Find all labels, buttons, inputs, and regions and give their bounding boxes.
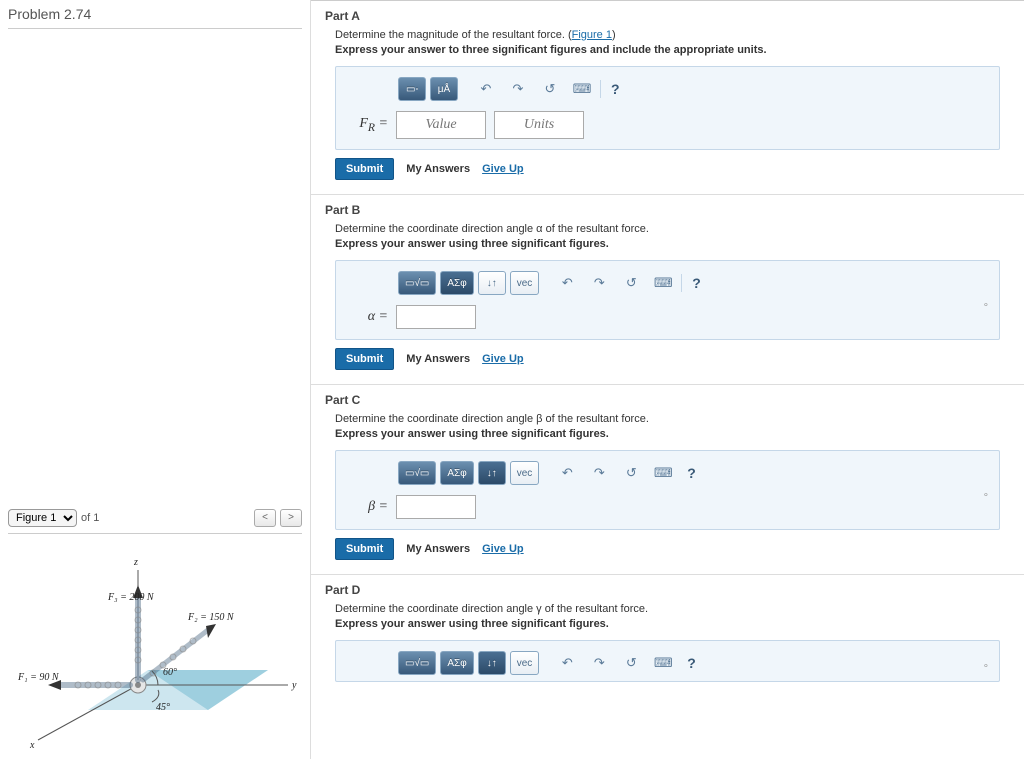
- svg-text:F₃ = 200 N: F₃ = 200 N: [107, 592, 155, 603]
- greek-button[interactable]: ΑΣφ: [440, 271, 473, 295]
- svg-text:y: y: [291, 680, 297, 691]
- redo-icon[interactable]: ↷: [585, 272, 613, 294]
- sqrt-template-icon[interactable]: ▭√▭: [398, 271, 436, 295]
- problem-title: Problem 2.74: [8, 6, 302, 29]
- figure-link[interactable]: Figure 1: [572, 29, 612, 41]
- arrows-button[interactable]: ↓↑: [478, 461, 506, 485]
- value-input[interactable]: [396, 495, 476, 519]
- part-c-prompt1: Determine the coordinate direction angle…: [335, 413, 1010, 425]
- sqrt-template-icon[interactable]: ▭√▭: [398, 461, 436, 485]
- part-b-lhs: α =: [358, 309, 388, 325]
- my-answers-button[interactable]: My Answers: [406, 163, 470, 175]
- submit-button[interactable]: Submit: [335, 538, 394, 560]
- degree-icon: ∘: [983, 300, 989, 311]
- part-a-answer-box: ▭▫ μÅ ↶ ↷ ↺ ⌨ ? FR =: [335, 66, 1000, 150]
- undo-icon[interactable]: ↶: [472, 78, 500, 100]
- part-d: Part D Determine the coordinate directio…: [311, 575, 1024, 704]
- figure-prev-button[interactable]: <: [254, 509, 276, 527]
- undo-icon[interactable]: ↶: [553, 652, 581, 674]
- figure-next-button[interactable]: >: [280, 509, 302, 527]
- part-b-prompt1: Determine the coordinate direction angle…: [335, 223, 1010, 235]
- part-a-lhs: FR =: [358, 116, 388, 134]
- figure-select[interactable]: Figure 1: [8, 509, 77, 527]
- part-a-prompt1: Determine the magnitude of the resultant…: [335, 29, 1010, 41]
- part-b-answer-box: ∘ ▭√▭ ΑΣφ ↓↑ vec ↶ ↷ ↺ ⌨ ? α =: [335, 260, 1000, 340]
- degree-icon: ∘: [983, 490, 989, 501]
- reset-icon[interactable]: ↺: [536, 78, 564, 100]
- greek-button[interactable]: ΑΣφ: [440, 461, 473, 485]
- vec-button[interactable]: vec: [510, 271, 540, 295]
- vec-button[interactable]: vec: [510, 461, 540, 485]
- part-b-prompt2: Express your answer using three signific…: [335, 238, 1010, 250]
- part-d-title: Part D: [325, 583, 1010, 597]
- figure-canvas: z x y F₃ = 200 N F₁ = 90 N F₂ = 150 N: [8, 533, 302, 753]
- keyboard-icon[interactable]: ⌨: [649, 272, 677, 294]
- reset-icon[interactable]: ↺: [617, 272, 645, 294]
- help-button[interactable]: ?: [686, 275, 707, 291]
- submit-button[interactable]: Submit: [335, 158, 394, 180]
- figure-of-label: of 1: [81, 512, 99, 524]
- help-button[interactable]: ?: [681, 465, 702, 481]
- keyboard-icon[interactable]: ⌨: [568, 78, 596, 100]
- give-up-button[interactable]: Give Up: [482, 543, 524, 555]
- sqrt-template-icon[interactable]: ▭√▭: [398, 651, 436, 675]
- reset-icon[interactable]: ↺: [617, 652, 645, 674]
- undo-icon[interactable]: ↶: [553, 272, 581, 294]
- svg-text:60°: 60°: [163, 667, 177, 678]
- redo-icon[interactable]: ↷: [504, 78, 532, 100]
- greek-button[interactable]: ΑΣφ: [440, 651, 473, 675]
- help-button[interactable]: ?: [605, 81, 626, 97]
- part-d-answer-box: ∘ ▭√▭ ΑΣφ ↓↑ vec ↶ ↷ ↺ ⌨ ?: [335, 640, 1000, 682]
- svg-text:z: z: [133, 557, 138, 568]
- template-icon[interactable]: ▭▫: [398, 77, 426, 101]
- help-button[interactable]: ?: [681, 655, 702, 671]
- redo-icon[interactable]: ↷: [585, 462, 613, 484]
- undo-icon[interactable]: ↶: [553, 462, 581, 484]
- give-up-button[interactable]: Give Up: [482, 353, 524, 365]
- part-a: Part A Determine the magnitude of the re…: [311, 1, 1024, 195]
- part-a-prompt2: Express your answer to three significant…: [335, 44, 1010, 56]
- redo-icon[interactable]: ↷: [585, 652, 613, 674]
- svg-text:F₁ = 90 N: F₁ = 90 N: [17, 672, 60, 683]
- part-b-title: Part B: [325, 203, 1010, 217]
- keyboard-icon[interactable]: ⌨: [649, 462, 677, 484]
- value-input[interactable]: [396, 111, 486, 139]
- keyboard-icon[interactable]: ⌨: [649, 652, 677, 674]
- degree-icon: ∘: [983, 661, 989, 672]
- part-b: Part B Determine the coordinate directio…: [311, 195, 1024, 385]
- give-up-button[interactable]: Give Up: [482, 163, 524, 175]
- part-d-prompt2: Express your answer using three signific…: [335, 618, 1010, 630]
- part-c: Part C Determine the coordinate directio…: [311, 385, 1024, 575]
- vec-button[interactable]: vec: [510, 651, 540, 675]
- part-c-title: Part C: [325, 393, 1010, 407]
- part-c-answer-box: ∘ ▭√▭ ΑΣφ ↓↑ vec ↶ ↷ ↺ ⌨ ? β =: [335, 450, 1000, 530]
- reset-icon[interactable]: ↺: [617, 462, 645, 484]
- units-input[interactable]: [494, 111, 584, 139]
- part-d-prompt1: Determine the coordinate direction angle…: [335, 603, 1010, 615]
- svg-text:F₂ = 150 N: F₂ = 150 N: [187, 612, 235, 623]
- svg-text:45°: 45°: [156, 702, 170, 713]
- my-answers-button[interactable]: My Answers: [406, 353, 470, 365]
- submit-button[interactable]: Submit: [335, 348, 394, 370]
- value-input[interactable]: [396, 305, 476, 329]
- part-c-prompt2: Express your answer using three signific…: [335, 428, 1010, 440]
- arrows-button[interactable]: ↓↑: [478, 271, 506, 295]
- part-a-title: Part A: [325, 9, 1010, 23]
- my-answers-button[interactable]: My Answers: [406, 543, 470, 555]
- units-mu-button[interactable]: μÅ: [430, 77, 458, 101]
- arrows-button[interactable]: ↓↑: [478, 651, 506, 675]
- part-c-lhs: β =: [358, 499, 388, 515]
- svg-text:x: x: [29, 740, 35, 750]
